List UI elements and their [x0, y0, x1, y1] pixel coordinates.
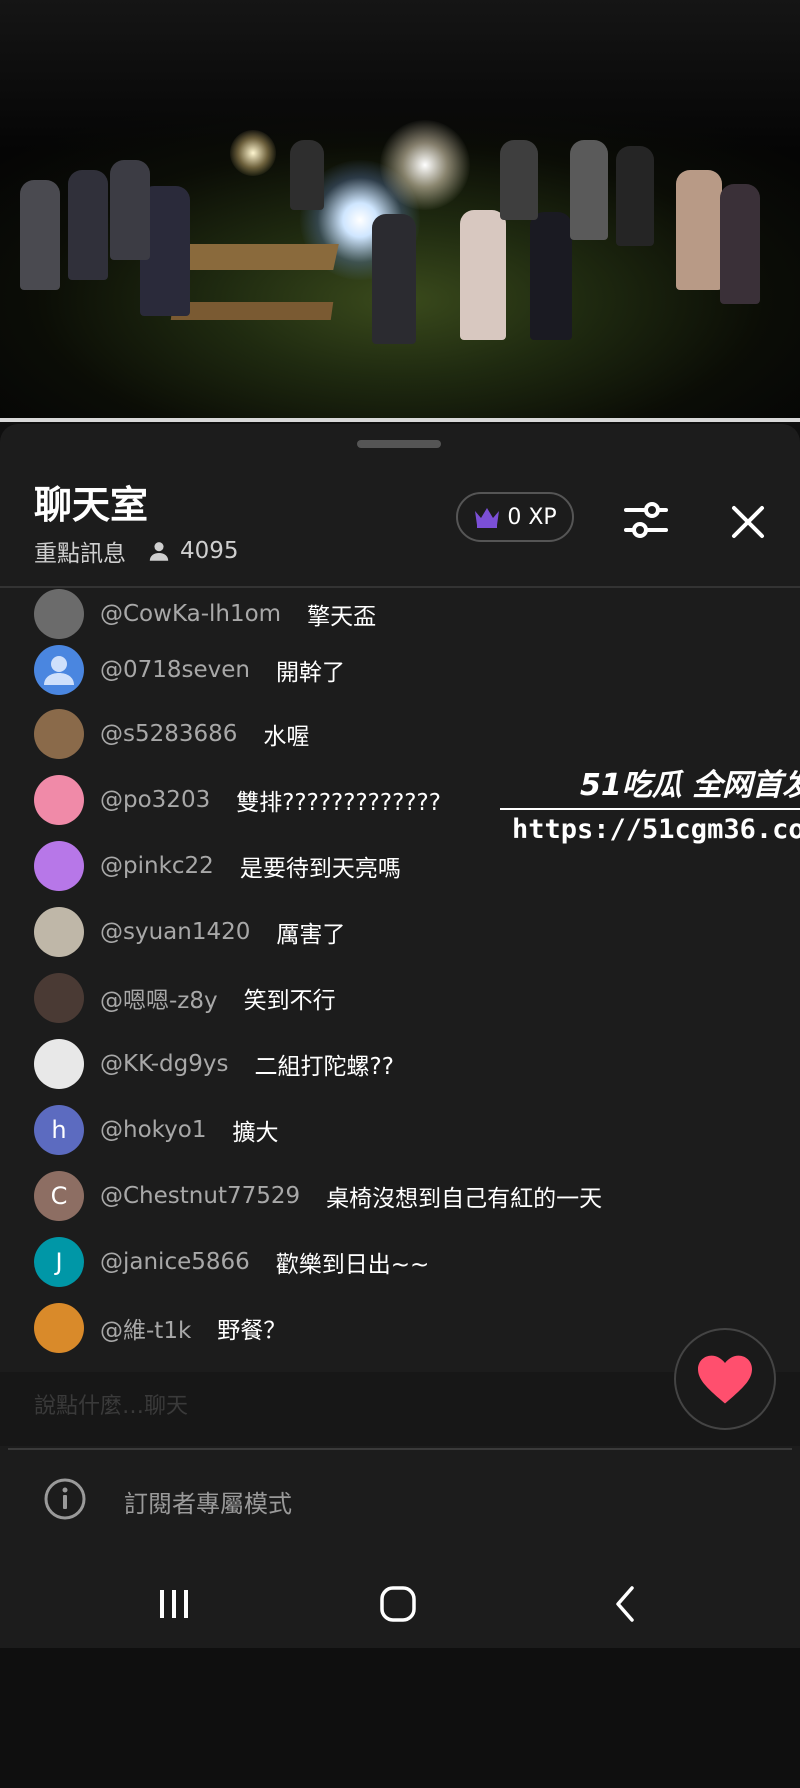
- subscriber-mode-label: 訂閱者專屬模式: [124, 1490, 292, 1518]
- message-text: 二組打陀螺??: [254, 1054, 394, 1080]
- xp-label: 0 XP: [507, 504, 557, 530]
- message-text: 開幹了: [276, 660, 346, 686]
- chat-message: @syuan1420 厲害了: [34, 906, 345, 958]
- message-author[interactable]: @維-t1k: [100, 1311, 191, 1345]
- message-text: 野餐？: [217, 1318, 287, 1344]
- composer-placeholder: 說點什麼…聊天: [34, 1394, 189, 1419]
- crowd-person: [290, 140, 324, 210]
- chat-message: h @hokyo1 擴大: [34, 1104, 278, 1156]
- chat-message: @pinkc22 是要待到天亮嗎: [34, 840, 401, 892]
- picnic-table: [183, 244, 339, 270]
- viewer-count: 4095: [180, 538, 239, 564]
- lantern-glow: [380, 120, 470, 210]
- avatar[interactable]: C: [34, 1171, 84, 1221]
- crown-icon: [475, 508, 500, 528]
- message-text: 雙排?????????????: [236, 790, 441, 816]
- chat-message: @s5283686 水喔: [34, 708, 309, 760]
- message-author[interactable]: @嗯嗯-z8y: [100, 981, 218, 1015]
- chat-message: @0718seven 開幹了: [34, 644, 345, 696]
- message-author[interactable]: @KK-dg9ys: [100, 1051, 228, 1077]
- crowd-person: [530, 212, 572, 340]
- chat-message: @po3203 雙排?????????????: [34, 774, 441, 826]
- watermark-url: https://51cgm36.com: [512, 814, 800, 845]
- picnic-bench: [170, 302, 334, 320]
- message-author[interactable]: @pinkc22: [100, 853, 214, 879]
- message-author[interactable]: @0718seven: [100, 657, 250, 683]
- crowd-person: [616, 146, 654, 246]
- message-author[interactable]: @Chestnut77529: [100, 1183, 300, 1209]
- avatar[interactable]: [34, 841, 84, 891]
- watermark-brand: 51吃瓜 全网首发: [580, 768, 800, 803]
- back-icon[interactable]: [604, 1582, 648, 1626]
- message-author[interactable]: @po3203: [100, 787, 210, 813]
- crowd-person: [372, 214, 416, 344]
- system-nav-bar: [0, 1560, 800, 1648]
- message-text: 笑到不行: [243, 988, 336, 1014]
- message-text: 歡樂到日出~~: [275, 1252, 430, 1278]
- live-video-frame[interactable]: [0, 0, 800, 422]
- message-author[interactable]: @janice5866: [100, 1249, 250, 1275]
- close-icon[interactable]: [724, 498, 772, 546]
- avatar[interactable]: h: [34, 1105, 84, 1155]
- crowd-person: [500, 140, 538, 220]
- viewer-icon: [149, 542, 169, 561]
- message-author[interactable]: @hokyo1: [100, 1117, 206, 1143]
- message-text: 桌椅沒想到自己有紅的一天: [326, 1186, 603, 1212]
- heart-icon: [698, 1355, 752, 1404]
- watermark-line: [500, 808, 800, 810]
- crowd-person: [676, 170, 722, 290]
- crowd-person: [110, 160, 150, 260]
- avatar[interactable]: [34, 775, 84, 825]
- avatar[interactable]: J: [34, 1237, 84, 1287]
- chat-title: 聊天室: [34, 483, 149, 527]
- xp-button[interactable]: 0 XP: [456, 492, 574, 542]
- drag-handle[interactable]: [357, 440, 441, 448]
- crowd-person: [68, 170, 108, 280]
- crowd-person: [720, 184, 760, 304]
- default-avatar-icon: [44, 656, 74, 685]
- avatar[interactable]: [34, 709, 84, 759]
- crowd-person: [20, 180, 60, 290]
- chat-message: @KK-dg9ys 二組打陀螺??: [34, 1038, 394, 1090]
- chat-mode-label: 重點訊息: [34, 541, 126, 567]
- message-text: 擎天盃: [307, 604, 377, 630]
- avatar[interactable]: [34, 1303, 84, 1353]
- live-chat-panel: 聊天室 重點訊息 4095 0 XP @CowKa-lh1om 擎天盃 @071…: [0, 424, 800, 1648]
- lantern-glow: [230, 130, 276, 176]
- heart-reaction-button[interactable]: [674, 1328, 776, 1430]
- message-author[interactable]: @s5283686: [100, 721, 237, 747]
- avatar[interactable]: [34, 973, 84, 1023]
- chat-message: @維-t1k 野餐？: [34, 1302, 286, 1354]
- avatar[interactable]: [34, 589, 84, 639]
- chat-message: @嗯嗯-z8y 笑到不行: [34, 972, 336, 1024]
- info-icon[interactable]: [42, 1476, 88, 1522]
- avatar[interactable]: [34, 907, 84, 957]
- video-divider: [0, 418, 800, 422]
- recent-apps-icon[interactable]: [152, 1582, 196, 1626]
- avatar[interactable]: [34, 645, 84, 695]
- avatar[interactable]: [34, 1039, 84, 1089]
- crowd-person: [570, 140, 608, 240]
- chat-message: C @Chestnut77529 桌椅沒想到自己有紅的一天: [34, 1170, 602, 1222]
- chat-message: @CowKa-lh1om 擎天盃: [34, 588, 376, 640]
- watermark-overlay: 51吃瓜 全网首发 https://51cgm36.com: [500, 760, 800, 860]
- chat-mode-selector[interactable]: 重點訊息 4095: [34, 536, 239, 567]
- home-icon[interactable]: [376, 1582, 420, 1626]
- message-text: 是要待到天亮嗎: [239, 856, 401, 882]
- tune-icon[interactable]: [622, 496, 670, 544]
- crowd-person: [460, 210, 506, 340]
- chat-message: J @janice5866 歡樂到日出~~: [34, 1236, 429, 1288]
- message-author[interactable]: @syuan1420: [100, 919, 250, 945]
- message-author[interactable]: @CowKa-lh1om: [100, 601, 281, 627]
- message-text: 厲害了: [276, 922, 346, 948]
- footer-divider: [8, 1448, 792, 1450]
- message-text: 擴大: [232, 1120, 279, 1146]
- message-text: 水喔: [263, 724, 310, 750]
